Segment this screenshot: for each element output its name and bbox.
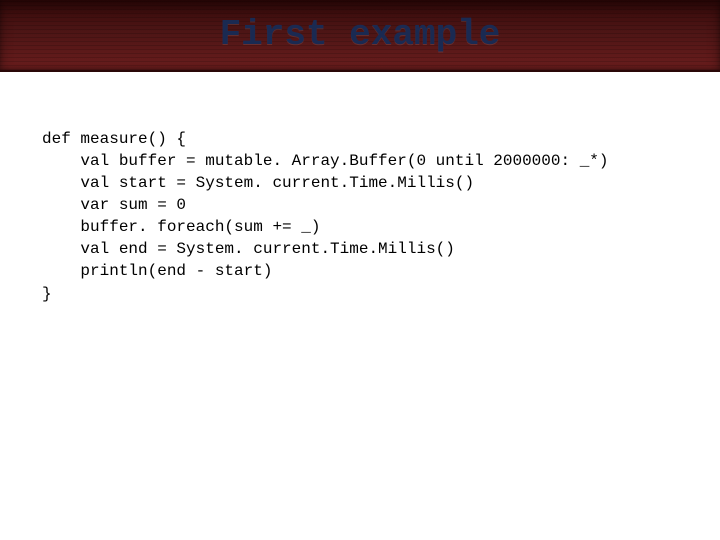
code-line: buffer. foreach(sum += _) — [42, 218, 320, 236]
code-line: val end = System. current.Time.Millis() — [42, 240, 455, 258]
code-line: var sum = 0 — [42, 196, 186, 214]
slide-title: First example — [0, 0, 720, 55]
code-line: def measure() { — [42, 130, 186, 148]
code-line: val start = System. current.Time.Millis(… — [42, 174, 474, 192]
title-bar: First example — [0, 0, 720, 72]
code-line: } — [42, 285, 52, 303]
slide: First example def measure() { val buffer… — [0, 0, 720, 540]
code-line: val buffer = mutable. Array.Buffer(0 unt… — [42, 152, 609, 170]
code-line: println(end - start) — [42, 262, 272, 280]
code-block: def measure() { val buffer = mutable. Ar… — [42, 128, 609, 305]
